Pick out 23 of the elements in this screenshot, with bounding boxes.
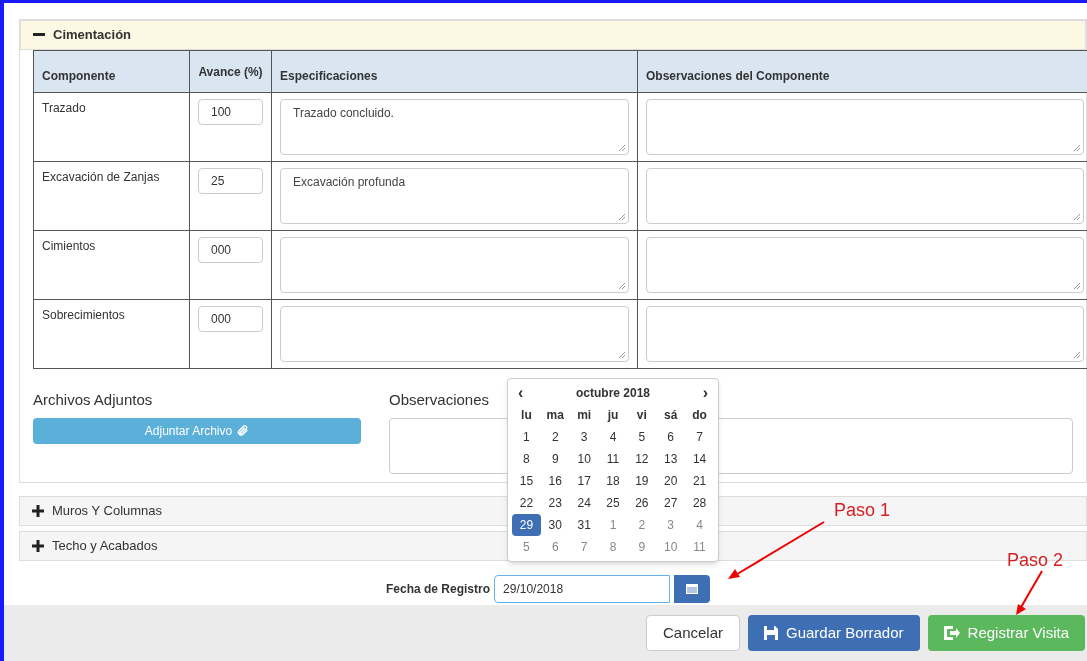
table-cell: Cimientos [33, 230, 190, 300]
weekday-label: do [691, 407, 708, 424]
weekday-label: ma [545, 407, 565, 424]
column-header: Componente [33, 50, 190, 93]
column-header: Observaciones del Componente [637, 50, 1087, 93]
table-cell: Trazado [33, 92, 190, 162]
weekday-label: sá [663, 407, 679, 424]
weekday-label: ju [606, 407, 620, 424]
column-header: Especificaciones [271, 50, 638, 93]
date-label: Fecha de Registro [386, 580, 491, 598]
weekday-label: lu [520, 407, 533, 424]
attachments-label: Archivos Adjuntos [33, 390, 154, 410]
month-title: octubre 2018 [575, 385, 650, 402]
table-cell: Sobrecimientos [33, 299, 190, 369]
observations-label: Observaciones [389, 390, 490, 410]
column-header: Avance (%) [189, 50, 272, 93]
table-cell: Excavación de Zanjas [33, 161, 190, 231]
section-title: Muros Y Columnas [52, 501, 163, 520]
section-title: Cimentación [53, 26, 131, 45]
weekday-label: mi [576, 407, 593, 424]
section-title: Techo y Acabados [52, 536, 158, 555]
weekday-label: vi [635, 407, 648, 424]
annotation-label: Paso 1 [834, 499, 891, 522]
